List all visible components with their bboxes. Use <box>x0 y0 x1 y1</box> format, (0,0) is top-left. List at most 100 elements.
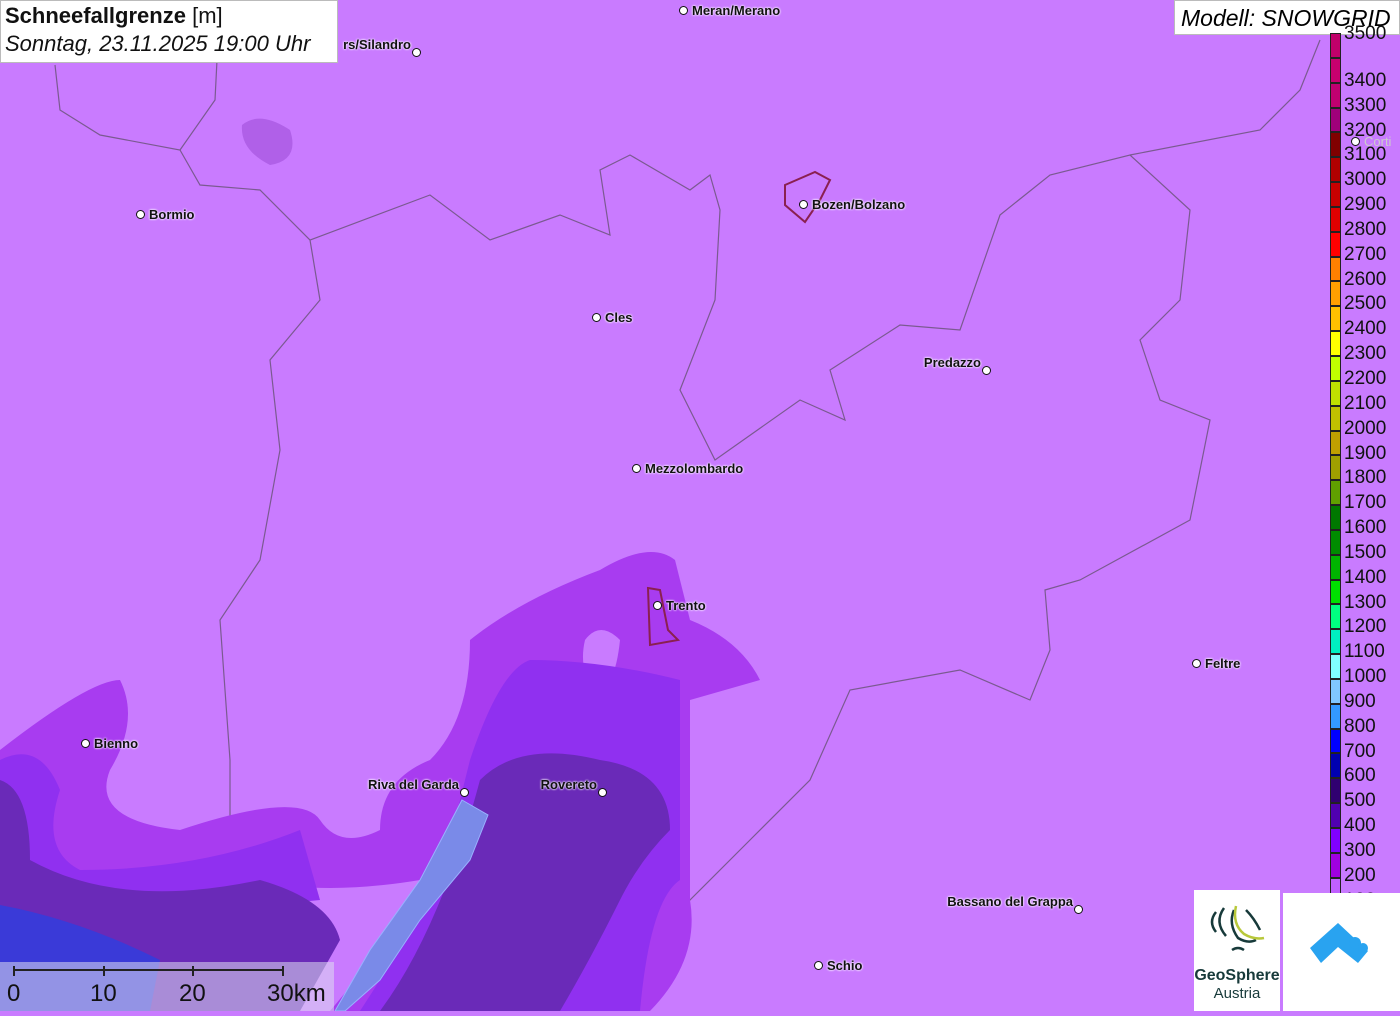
legend-swatch <box>1330 579 1341 605</box>
datetime: Sonntag, 23.11.2025 19:00 Uhr <box>5 31 311 56</box>
scale-label: 0 <box>7 980 21 1007</box>
city-label[interactable]: Riva del Garda <box>368 777 459 792</box>
legend-swatch <box>1330 455 1341 481</box>
legend-swatch <box>1330 753 1341 779</box>
city-label[interactable]: Bozen/Bolzano <box>812 197 905 212</box>
legend-label: 1000 <box>1344 666 1387 688</box>
city-marker[interactable] <box>136 210 145 219</box>
city-label[interactable]: Feltre <box>1205 656 1240 671</box>
legend-swatch <box>1330 206 1341 232</box>
title-box: Schneefallgrenze [m] Sonntag, 23.11.2025… <box>0 0 338 63</box>
city-marker[interactable] <box>592 313 601 322</box>
legend-swatch <box>1330 231 1341 257</box>
city-marker[interactable] <box>1074 905 1083 914</box>
legend-label: 2100 <box>1344 392 1387 414</box>
legend-label: 1700 <box>1344 492 1387 514</box>
app-logo[interactable] <box>1283 893 1400 1011</box>
legend-label: 1500 <box>1344 541 1387 563</box>
city-marker[interactable] <box>653 601 662 610</box>
legend-swatch <box>1330 281 1341 307</box>
city-marker[interactable] <box>598 788 607 797</box>
city-label[interactable]: Predazzo <box>924 355 981 370</box>
legend-swatch <box>1330 306 1341 332</box>
city-label[interactable]: Bassano del Grappa <box>947 894 1073 909</box>
city-marker[interactable] <box>679 6 688 15</box>
legend-label: 2200 <box>1344 367 1387 389</box>
scale-label: 20 <box>179 980 206 1007</box>
legend-swatch <box>1330 57 1341 83</box>
city-marker[interactable] <box>632 464 641 473</box>
scale-bar: 0 10 20 30km <box>0 962 334 1011</box>
city-marker[interactable] <box>799 200 808 209</box>
city-label[interactable]: Bienno <box>94 736 138 751</box>
legend-label: 200 <box>1344 864 1376 886</box>
legend-label: 3200 <box>1344 119 1387 141</box>
legend-swatch <box>1330 828 1341 853</box>
legend-swatch <box>1330 33 1341 58</box>
legend-label: 2000 <box>1344 417 1387 439</box>
city-label[interactable]: Schio <box>827 958 862 973</box>
legend-label: 1900 <box>1344 442 1387 464</box>
legend-label: 500 <box>1344 790 1376 812</box>
scale-label: 10 <box>90 980 117 1007</box>
legend-label: 700 <box>1344 740 1376 762</box>
legend-label: 2700 <box>1344 243 1387 265</box>
city-marker[interactable] <box>1192 659 1201 668</box>
unit: [m] <box>192 3 223 28</box>
legend-swatch <box>1330 82 1341 108</box>
legend-swatch <box>1330 852 1341 878</box>
legend-label: 300 <box>1344 840 1376 861</box>
city-label[interactable]: Rovereto <box>541 777 597 792</box>
legend-label: 3000 <box>1344 169 1387 191</box>
geosphere-icon <box>1210 905 1265 952</box>
city-label[interactable]: Bormio <box>149 207 195 222</box>
city-marker[interactable] <box>814 961 823 970</box>
geosphere-country: Austria <box>1213 985 1261 1002</box>
legend-label: 1200 <box>1344 616 1387 638</box>
legend-label: 600 <box>1344 765 1376 787</box>
legend-label: 1300 <box>1344 591 1387 613</box>
legend-label: 800 <box>1344 715 1376 737</box>
city-marker[interactable] <box>412 48 421 57</box>
legend-label: 1100 <box>1344 641 1385 663</box>
legend-label: 1400 <box>1344 566 1387 588</box>
city-label[interactable]: Cles <box>605 310 632 325</box>
geosphere-logo[interactable]: GeoSphere Austria <box>1194 890 1280 1011</box>
legend-label: 2500 <box>1344 293 1387 315</box>
legend-swatch <box>1330 355 1341 381</box>
legend-swatch <box>1330 505 1341 530</box>
legend-swatch <box>1330 405 1341 431</box>
city-label[interactable]: rs/Silandro <box>343 37 411 52</box>
legend-label: 2400 <box>1344 318 1387 340</box>
legend-swatch <box>1330 480 1341 506</box>
legend-label: 2900 <box>1344 194 1387 216</box>
legend-label: 1800 <box>1344 467 1387 489</box>
legend-swatch <box>1330 678 1341 704</box>
legend-label: 3400 <box>1344 69 1387 91</box>
legend-swatch <box>1330 728 1341 754</box>
scale-label: 30km <box>267 980 326 1007</box>
city-label[interactable]: Trento <box>666 598 706 613</box>
legend-label: 3300 <box>1344 94 1387 116</box>
city-marker[interactable] <box>81 739 90 748</box>
legend-swatch <box>1330 803 1341 828</box>
legend-swatch <box>1330 703 1341 729</box>
snowline-map[interactable] <box>0 0 1400 1011</box>
legend-swatch <box>1330 778 1341 804</box>
geosphere-name: GeoSphere <box>1194 967 1280 984</box>
legend-swatch <box>1330 331 1341 356</box>
legend-label: 3500 <box>1344 23 1387 44</box>
city-marker[interactable] <box>460 788 469 797</box>
city-marker[interactable] <box>982 366 991 375</box>
mountain-cloud-icon <box>1310 923 1368 963</box>
legend-label: 3100 <box>1344 144 1387 166</box>
legend-swatch <box>1330 629 1341 655</box>
legend-label: 2300 <box>1344 343 1387 365</box>
legend-swatch <box>1330 654 1341 679</box>
legend-swatch <box>1330 157 1341 183</box>
legend-swatch <box>1330 256 1341 282</box>
legend-swatch <box>1330 430 1341 456</box>
legend-swatch <box>1330 380 1341 406</box>
city-label[interactable]: Mezzolombardo <box>645 461 743 476</box>
city-label[interactable]: Meran/Merano <box>692 3 780 18</box>
